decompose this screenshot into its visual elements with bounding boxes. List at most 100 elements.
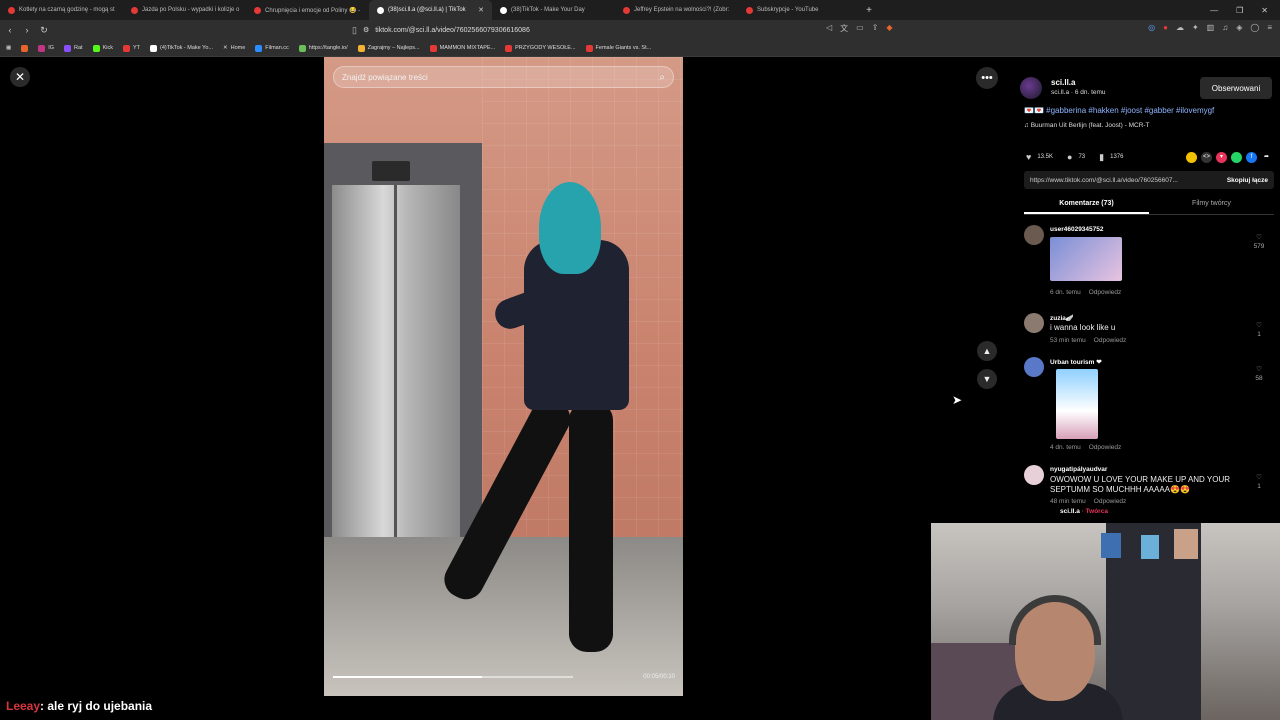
next-video-button[interactable]: ▼ — [977, 369, 997, 389]
bookmark-item[interactable]: Female Giants vs. St... — [585, 44, 651, 52]
bookmark-item[interactable]: IG — [38, 44, 54, 52]
bookmark-item[interactable]: https://tangle.io/ — [298, 44, 348, 52]
previous-video-button[interactable]: ▲ — [977, 341, 997, 361]
back-icon[interactable]: ‹ — [3, 25, 17, 35]
bookmark-item[interactable]: Kick — [92, 44, 113, 52]
whatsapp-icon[interactable] — [1231, 151, 1242, 163]
browser-tab[interactable]: Chrupnięcia i emocje od Poliny 😂 - — [246, 0, 369, 20]
comment-like[interactable]: ♡ 579 — [1250, 233, 1268, 251]
wallet-icon[interactable]: ◈ — [1236, 23, 1242, 32]
mute-icon[interactable]: ◁ — [826, 23, 832, 34]
author-name[interactable]: sci.ll.a — [1051, 78, 1075, 87]
elevator-door-gap — [394, 185, 397, 545]
music-icon[interactable]: ♫ — [1222, 23, 1228, 32]
wall-picture — [1101, 533, 1121, 558]
video-link-box: https://www.tiktok.com/@sci.ll.a/video/7… — [1024, 171, 1274, 189]
copy-link-button[interactable]: Skopiuj łącze — [1227, 177, 1274, 184]
apps-grid-icon[interactable]: ▦ — [6, 45, 11, 51]
share-arrow-icon[interactable]: ➦ — [1261, 152, 1272, 163]
tab-title: Subskrypcje - YouTube — [757, 7, 819, 13]
cast-icon[interactable]: ▭ — [856, 23, 864, 34]
menu-icon[interactable]: ≡ — [1267, 23, 1272, 32]
address-url[interactable]: tiktok.com/@sci.ll.a/video/7602566079306… — [375, 27, 530, 34]
browser-tab[interactable]: Subskrypcje - YouTube — [738, 0, 861, 20]
forward-icon[interactable]: › — [20, 25, 34, 35]
bookmark-icon[interactable]: ▮ — [1099, 152, 1104, 163]
browser-tab[interactable]: Kotlety na czarną godzinę - mogą st — [0, 0, 123, 20]
search-icon[interactable]: ⌕ — [659, 72, 665, 83]
video-player[interactable]: Znajdź powiązane treści ⌕ 00:05/00:10 — [324, 57, 683, 696]
comment-item: nyugatipályaudvar OWOWOW U LOVE YOUR MAK… — [1024, 465, 1268, 523]
bookmark-item[interactable]: YT — [122, 44, 140, 52]
commenter-avatar[interactable] — [1024, 225, 1044, 245]
share-icon[interactable]: ⇪ — [872, 23, 879, 34]
embed-icon[interactable]: <> — [1201, 151, 1212, 163]
bookmark-item[interactable]: Filman.cc — [255, 44, 289, 52]
site-info-icon[interactable]: ⚙ — [363, 26, 369, 34]
bookmark-item[interactable] — [21, 44, 29, 52]
comment-image[interactable] — [1056, 369, 1098, 439]
reply-button[interactable]: Odpowiedz — [1094, 337, 1127, 344]
bookmark-item[interactable]: PRZYGODY WESOŁE... — [505, 44, 576, 52]
tab-comments[interactable]: Komentarze (73) — [1024, 195, 1149, 214]
close-tab-icon[interactable]: ✕ — [478, 6, 484, 14]
comment-like[interactable]: ♡ 1 — [1250, 321, 1268, 339]
comment-like[interactable]: ♡ 1 — [1250, 473, 1268, 491]
browser-tab[interactable]: Jazda po Polsku - wypadki i kolizje o — [123, 0, 246, 20]
author-avatar[interactable] — [1020, 77, 1042, 99]
tab-creator-videos[interactable]: Filmy twórcy — [1149, 195, 1274, 214]
coin-icon[interactable] — [1186, 151, 1197, 163]
comment-item: user46029345752 6 dn. temu Odpowiedz ♡ 579 — [1024, 225, 1268, 303]
shield-icon[interactable]: ◆ — [886, 23, 892, 34]
bookmark-item[interactable]: Zagrajmy – Najleps... — [357, 44, 420, 52]
send-icon[interactable]: ▾ — [1216, 151, 1227, 163]
commenter-name[interactable]: zuzia🪽 — [1050, 314, 1074, 322]
browser-tab[interactable]: (38)TikTok - Make Your Day — [492, 0, 615, 20]
more-options-button[interactable]: ••• — [976, 67, 998, 89]
minimize-icon[interactable]: — — [1210, 6, 1218, 15]
panel-tabs: Komentarze (73) Filmy twórcy — [1024, 195, 1274, 215]
puzzle-icon[interactable]: ✦ — [1192, 23, 1199, 32]
bookmark-item[interactable]: MAMMON MIXTAPE... — [429, 44, 495, 52]
close-video-button[interactable]: ✕ — [10, 67, 30, 87]
translate-icon[interactable]: 文 — [840, 23, 848, 34]
bookmark-icon[interactable]: ▯ — [352, 25, 357, 36]
commenter-avatar[interactable] — [1024, 357, 1044, 377]
extension-icon[interactable]: ☁ — [1176, 23, 1184, 32]
browser-tab[interactable]: Jeffrey Epstein na wolności?! (Zobr: — [615, 0, 738, 20]
bookmark-item[interactable]: ✕ Home — [223, 45, 245, 51]
comment-like[interactable]: ♡ 58 — [1250, 365, 1268, 383]
comment-image[interactable] — [1050, 237, 1122, 281]
commenter-name[interactable]: Urban tourism ❤ — [1050, 358, 1102, 366]
music-track[interactable]: ♫ Buurman Uit Berlijn (feat. Joost) - MC… — [1024, 122, 1150, 129]
video-link-url[interactable]: https://www.tiktok.com/@sci.ll.a/video/7… — [1030, 177, 1202, 184]
extension-icon[interactable]: ● — [1163, 23, 1168, 32]
creator-reply-preview[interactable]: sci.ll.a · Twórca — [1060, 508, 1108, 515]
commenter-avatar[interactable] — [1024, 313, 1044, 333]
music-title: Buurman Uit Berlijn (feat. Joost) - MCR-… — [1030, 122, 1150, 129]
reply-button[interactable]: Odpowiedz — [1089, 289, 1122, 296]
reload-icon[interactable]: ↻ — [37, 25, 51, 36]
extension-icon[interactable]: ◎ — [1148, 23, 1155, 32]
wall-picture — [1174, 529, 1198, 559]
following-button[interactable]: Obserwowani — [1200, 77, 1272, 99]
reply-button[interactable]: Odpowiedz — [1089, 444, 1122, 451]
video-progress-bar[interactable] — [333, 676, 573, 678]
browser-tab-active[interactable]: (38)sci.ll.a (@sci.ll.a) | TikTok ✕ — [369, 0, 492, 20]
maximize-icon[interactable]: ❐ — [1236, 6, 1243, 15]
bookmark-item[interactable]: (4)TikTok - Make Yo... — [150, 44, 213, 52]
commenter-name[interactable]: nyugatipályaudvar — [1050, 466, 1107, 473]
commenter-avatar[interactable] — [1024, 465, 1044, 485]
comment-icon[interactable]: ● — [1067, 152, 1072, 162]
new-tab-icon[interactable]: + — [861, 5, 877, 16]
bookmark-item[interactable]: Rat — [64, 44, 83, 52]
caption-hashtags[interactable]: #gabberina #hakken #joost #gabber #ilove… — [1046, 106, 1214, 115]
related-search-input[interactable]: Znajdź powiązane treści ⌕ — [333, 66, 674, 88]
sidebar-icon[interactable]: ▥ — [1207, 23, 1215, 32]
heart-icon[interactable]: ♥ — [1026, 152, 1031, 162]
facebook-icon[interactable]: f — [1246, 151, 1257, 163]
commenter-name[interactable]: user46029345752 — [1050, 226, 1104, 233]
reply-button[interactable]: Odpowiedz — [1094, 498, 1127, 505]
close-window-icon[interactable]: ✕ — [1261, 6, 1268, 15]
profile-icon[interactable]: ◯ — [1250, 23, 1259, 32]
